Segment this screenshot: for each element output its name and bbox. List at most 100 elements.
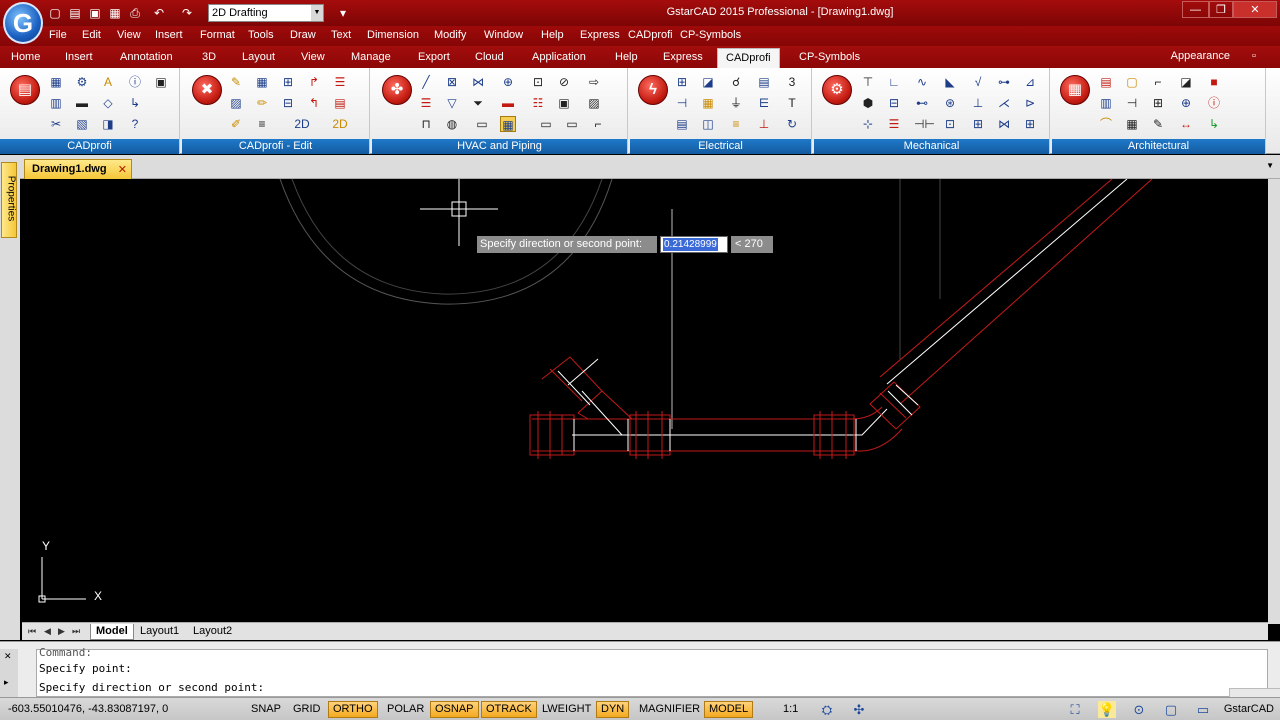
bend-icon[interactable]: ↱ bbox=[306, 74, 322, 90]
dimension-arch-icon[interactable]: ↔ bbox=[1178, 116, 1194, 132]
door-icon[interactable]: ▢ bbox=[1124, 74, 1140, 90]
roof-icon[interactable]: ⌒ bbox=[1098, 116, 1114, 132]
reroute-icon[interactable]: ↰ bbox=[306, 95, 322, 111]
tab-express[interactable]: Express bbox=[663, 51, 703, 63]
arrow-green-icon[interactable]: ↳ bbox=[1206, 116, 1222, 132]
arrow-right-mech-icon[interactable]: ⊳ bbox=[1022, 95, 1038, 111]
annotation-scale[interactable]: 1:1 bbox=[778, 701, 803, 718]
properties-tab[interactable]: Properties bbox=[1, 162, 17, 238]
chamfer-icon[interactable]: ⋌ bbox=[996, 95, 1012, 111]
arrow-turn-icon[interactable]: ↳ bbox=[127, 95, 143, 111]
menu-dimension[interactable]: Dimension bbox=[367, 29, 419, 41]
dynamic-input-field[interactable]: 0.21428999 bbox=[660, 236, 728, 253]
dyn-toggle[interactable]: DYN bbox=[596, 701, 630, 718]
right-scroll-rail[interactable] bbox=[1268, 179, 1280, 624]
snap-toggle[interactable]: SNAP bbox=[246, 701, 286, 718]
minimize-button[interactable]: — bbox=[1182, 1, 1209, 18]
menu-modify[interactable]: Modify bbox=[434, 29, 466, 41]
scissors-icon[interactable]: ✂ bbox=[48, 116, 64, 132]
furniture-icon[interactable]: ⊣ bbox=[1124, 95, 1140, 111]
extend-icon[interactable]: ⋈ bbox=[996, 116, 1012, 132]
2d-icon[interactable]: 2D bbox=[294, 116, 310, 132]
tab-manage[interactable]: Manage bbox=[351, 51, 391, 63]
tab-model[interactable]: Model bbox=[90, 624, 134, 640]
column-icon[interactable]: ⊞ bbox=[1150, 95, 1166, 111]
terminal-icon[interactable]: ◫ bbox=[700, 116, 716, 132]
first-layout-icon[interactable]: ⏮ bbox=[28, 626, 36, 637]
dynamic-input-angle[interactable]: < 270 bbox=[731, 236, 773, 253]
menu-express[interactable]: Express bbox=[580, 29, 620, 41]
text-icon[interactable]: A bbox=[100, 74, 116, 90]
command-rail[interactable]: ✕ ▸ bbox=[0, 649, 18, 697]
app-logo[interactable]: G bbox=[3, 2, 43, 44]
electrical-main-icon[interactable]: ϟ bbox=[638, 75, 668, 105]
grid-edit-icon[interactable]: ▦ bbox=[254, 74, 270, 90]
tab-help[interactable]: Help bbox=[615, 51, 638, 63]
prev-layout-icon[interactable]: ◀ bbox=[44, 626, 51, 637]
clean-screen-icon[interactable]: ▢ bbox=[1162, 701, 1180, 718]
info-icon[interactable]: ⓘ bbox=[127, 74, 143, 90]
bolt-icon[interactable]: ⊤ bbox=[860, 74, 876, 90]
valve-icon[interactable]: ⊠ bbox=[444, 74, 460, 90]
tab-cp-symbols[interactable]: CP-Symbols bbox=[799, 51, 860, 63]
menu-edit[interactable]: Edit bbox=[82, 29, 101, 41]
arrow-down-icon[interactable]: ⊥ bbox=[970, 95, 986, 111]
triangle-icon[interactable]: ◣ bbox=[942, 74, 958, 90]
menu-format[interactable]: Format bbox=[200, 29, 235, 41]
menu-tools[interactable]: Tools bbox=[248, 29, 274, 41]
autoscale-icon[interactable]: ✣ bbox=[850, 701, 868, 718]
detail-icon[interactable]: ⊡ bbox=[942, 116, 958, 132]
architectural-main-icon[interactable]: ▦ bbox=[1060, 75, 1090, 105]
nut-icon[interactable]: ⬢ bbox=[860, 95, 876, 111]
hatch-box-icon[interactable]: ▨ bbox=[586, 95, 602, 111]
cable-icon[interactable]: ⋿ bbox=[756, 95, 772, 111]
ortho-toggle[interactable]: ORTHO bbox=[328, 701, 378, 718]
layers-icon[interactable]: ▦ bbox=[48, 74, 64, 90]
lightbulb-icon[interactable]: 💡 bbox=[1098, 701, 1116, 718]
tab-layout1[interactable]: Layout1 bbox=[135, 624, 184, 640]
lines-icon[interactable]: ≡ bbox=[254, 116, 270, 132]
command-input-line[interactable]: Specify direction or second point: bbox=[39, 681, 264, 694]
dimension-icon[interactable]: ⊹ bbox=[860, 116, 876, 132]
model-toggle[interactable]: MODEL bbox=[704, 701, 754, 718]
spring-icon[interactable]: ⊶ bbox=[996, 74, 1012, 90]
blocks-icon[interactable]: ▧ bbox=[74, 116, 90, 132]
text-t-icon[interactable]: T bbox=[784, 95, 800, 111]
duct-icon[interactable]: ⊡ bbox=[530, 74, 546, 90]
magnifier-toggle[interactable]: MAGNIFIER bbox=[634, 701, 705, 718]
tab-insert[interactable]: Insert bbox=[65, 51, 93, 63]
annotation-visibility-icon[interactable]: ⛭ bbox=[818, 701, 836, 718]
fitting-icon[interactable]: ⊓ bbox=[418, 116, 434, 132]
tab-export[interactable]: Export bbox=[418, 51, 450, 63]
flange-icon[interactable]: ▭ bbox=[474, 116, 490, 132]
menu-insert[interactable]: Insert bbox=[155, 29, 183, 41]
info-box-icon[interactable]: ⓘ bbox=[1206, 95, 1222, 111]
settings-icon[interactable]: ⚙ bbox=[74, 74, 90, 90]
arrow-right-icon[interactable]: ⇨ bbox=[586, 74, 602, 90]
lamp-icon[interactable]: ☌ bbox=[728, 74, 744, 90]
contact-icon[interactable]: ⊥ bbox=[756, 116, 772, 132]
line-icon[interactable]: ▬ bbox=[74, 95, 90, 111]
equipment-icon[interactable]: ▦ bbox=[500, 116, 516, 132]
last-layout-icon[interactable]: ⏭ bbox=[72, 626, 80, 637]
wall-icon[interactable]: ▤ bbox=[1098, 74, 1114, 90]
lweight-toggle[interactable]: LWEIGHT bbox=[537, 701, 596, 718]
otrack-toggle[interactable]: OTRACK bbox=[481, 701, 537, 718]
rect-icon[interactable]: ▭ bbox=[538, 116, 554, 132]
bus-icon[interactable]: ≡ bbox=[728, 116, 744, 132]
lock-icon[interactable]: ⊙ bbox=[1130, 701, 1148, 718]
table-icon[interactable]: ▥ bbox=[48, 95, 64, 111]
menu-window[interactable]: Window bbox=[484, 29, 523, 41]
tab-application[interactable]: Application bbox=[532, 51, 586, 63]
grid-arch-icon[interactable]: ▦ bbox=[1124, 116, 1140, 132]
workspace-icon[interactable]: ⛶ bbox=[1066, 701, 1084, 718]
panel-board-icon[interactable]: ▤ bbox=[756, 74, 772, 90]
numbering-icon[interactable]: 3 bbox=[784, 74, 800, 90]
window-icon[interactable]: ▣ bbox=[153, 74, 169, 90]
frame-icon[interactable]: ▤ bbox=[674, 116, 690, 132]
command-history[interactable]: Command: Specify point: Specify directio… bbox=[36, 646, 1280, 700]
filter-icon[interactable]: ▽ bbox=[444, 95, 460, 111]
tab-annotation[interactable]: Annotation bbox=[120, 51, 173, 63]
polar-toggle[interactable]: POLAR bbox=[382, 701, 429, 718]
gauge-icon[interactable]: ◍ bbox=[444, 116, 460, 132]
